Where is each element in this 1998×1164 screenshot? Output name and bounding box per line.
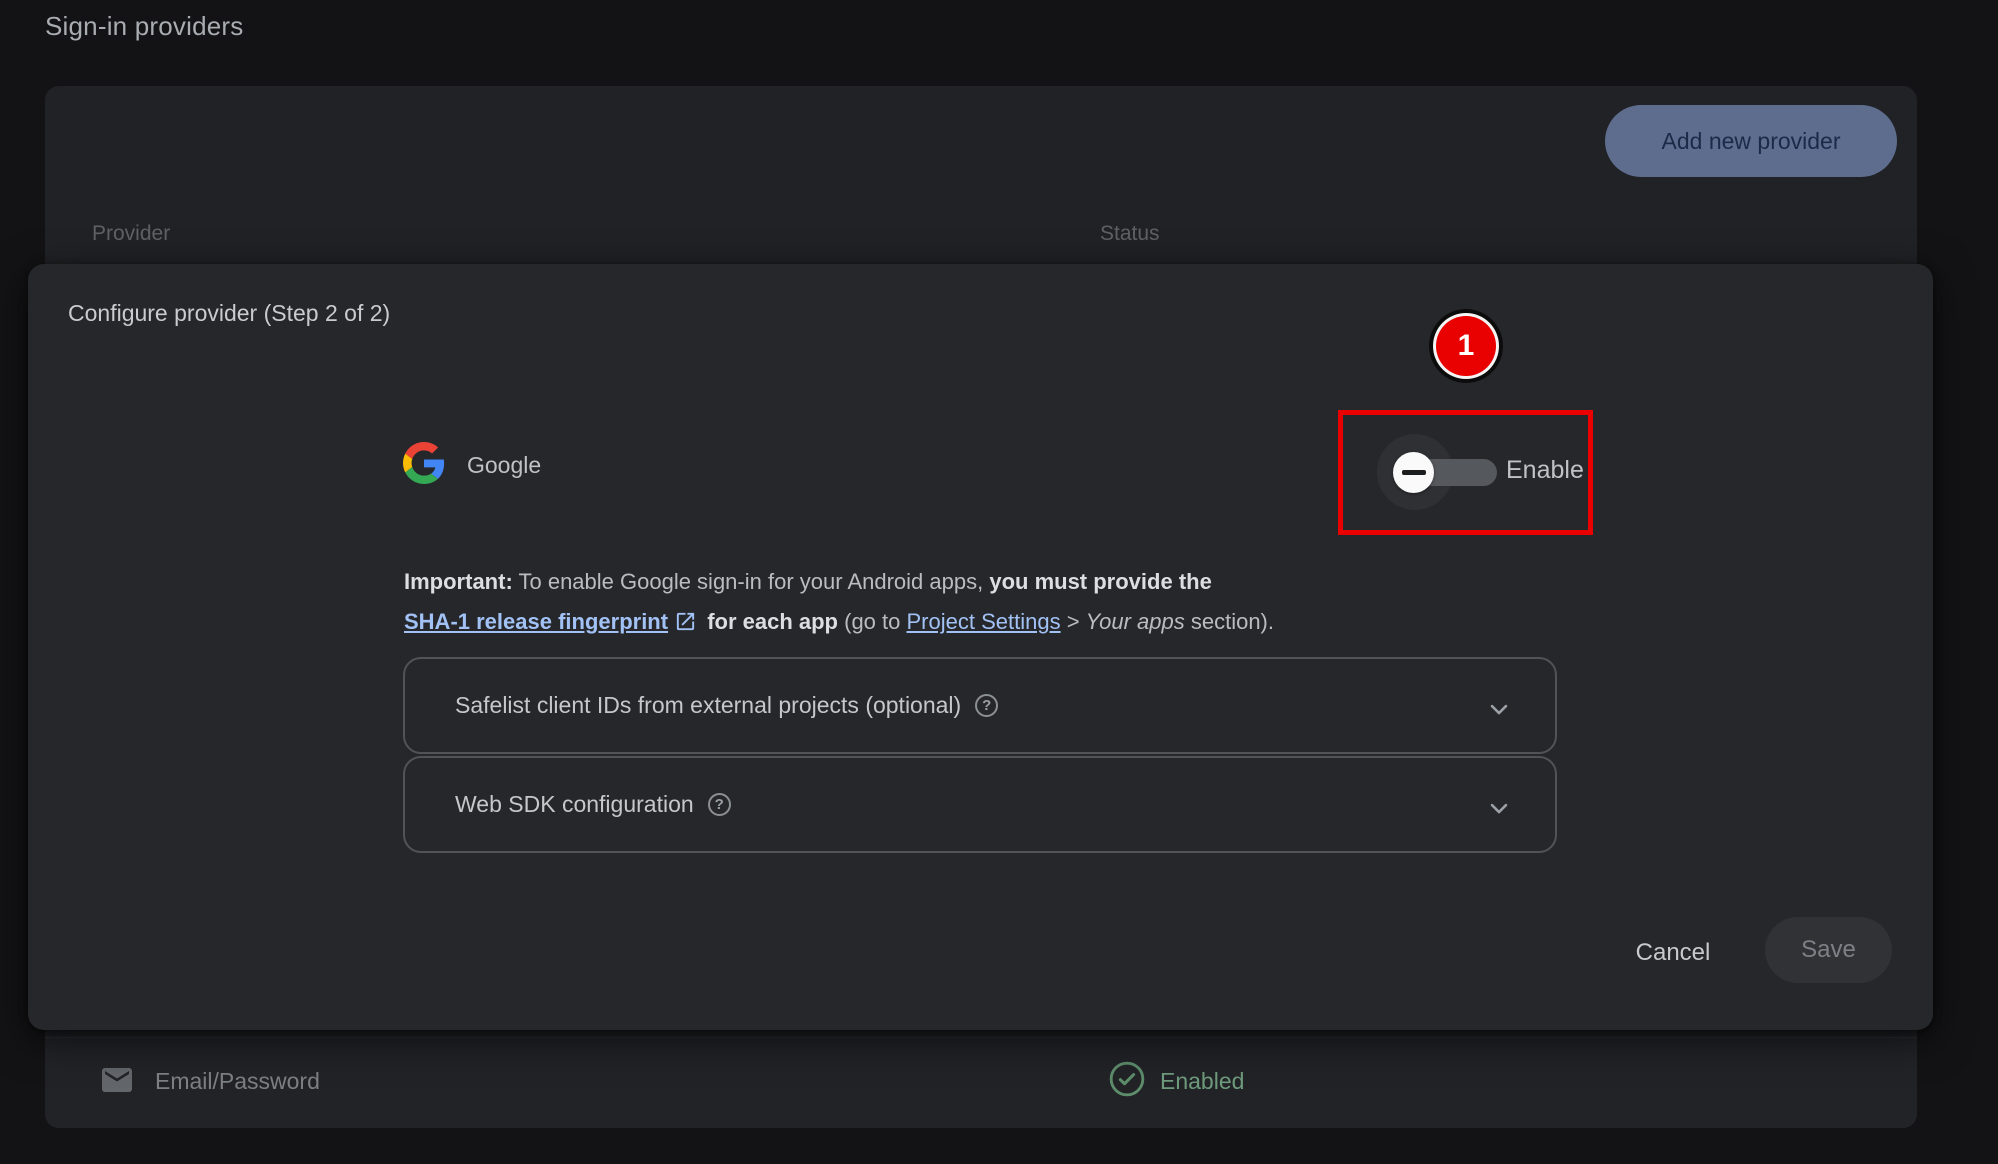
- toggle-label: Enable: [1506, 456, 1584, 485]
- email-icon: [95, 1062, 139, 1103]
- chevron-down-icon: [1485, 695, 1513, 729]
- google-logo-icon: [403, 442, 445, 489]
- section-label: Safelist client IDs from external projec…: [455, 692, 961, 719]
- project-settings-link[interactable]: Project Settings: [907, 609, 1061, 634]
- page-title: Sign-in providers: [45, 11, 244, 42]
- dialog-title: Configure provider (Step 2 of 2): [68, 300, 390, 327]
- firebase-auth-page: Sign-in providers Add new provider Provi…: [0, 0, 1998, 1164]
- provider-name: Google: [467, 452, 541, 479]
- minus-icon: [1402, 470, 1426, 475]
- notice-important: Important:: [404, 569, 513, 594]
- help-icon[interactable]: ?: [708, 793, 731, 816]
- save-button[interactable]: Save: [1765, 917, 1892, 983]
- web-sdk-configuration-section[interactable]: Web SDK configuration ?: [403, 756, 1557, 853]
- table-row-email-password[interactable]: Email/Password Enabled: [45, 1037, 1917, 1128]
- toggle-thumb[interactable]: [1393, 452, 1434, 493]
- add-new-provider-button[interactable]: Add new provider: [1605, 105, 1897, 177]
- configure-provider-dialog: Configure provider (Step 2 of 2) Google …: [28, 264, 1933, 1030]
- android-sha1-notice: Important: To enable Google sign-in for …: [404, 562, 1564, 646]
- notice-text: >: [1061, 609, 1086, 634]
- check-circle-icon: [1108, 1060, 1146, 1103]
- status-cell: Enabled: [1108, 1060, 1244, 1103]
- notice-text: (go to: [844, 609, 906, 634]
- notice-text: To enable Google sign-in for your Androi…: [513, 569, 990, 594]
- notice-bold: you must provide the: [989, 569, 1211, 594]
- notice-text: section).: [1185, 609, 1274, 634]
- chevron-down-icon: [1485, 794, 1513, 828]
- safelist-client-ids-section[interactable]: Safelist client IDs from external projec…: [403, 657, 1557, 754]
- sha1-fingerprint-link[interactable]: SHA-1 release fingerprint: [404, 609, 668, 634]
- column-header-status: Status: [1100, 222, 1160, 246]
- section-label: Web SDK configuration: [455, 791, 694, 818]
- status-badge: Enabled: [1160, 1068, 1244, 1095]
- enable-toggle[interactable]: Enable: [1377, 434, 1657, 510]
- column-header-provider: Provider: [92, 222, 170, 246]
- notice-bold: for each app: [701, 609, 844, 634]
- notice-italic: Your apps: [1086, 609, 1185, 634]
- provider-header-row: Google: [403, 442, 541, 488]
- cancel-button[interactable]: Cancel: [1608, 924, 1738, 982]
- external-link-icon: [674, 606, 697, 646]
- help-icon[interactable]: ?: [975, 694, 998, 717]
- provider-row-label: Email/Password: [155, 1068, 320, 1095]
